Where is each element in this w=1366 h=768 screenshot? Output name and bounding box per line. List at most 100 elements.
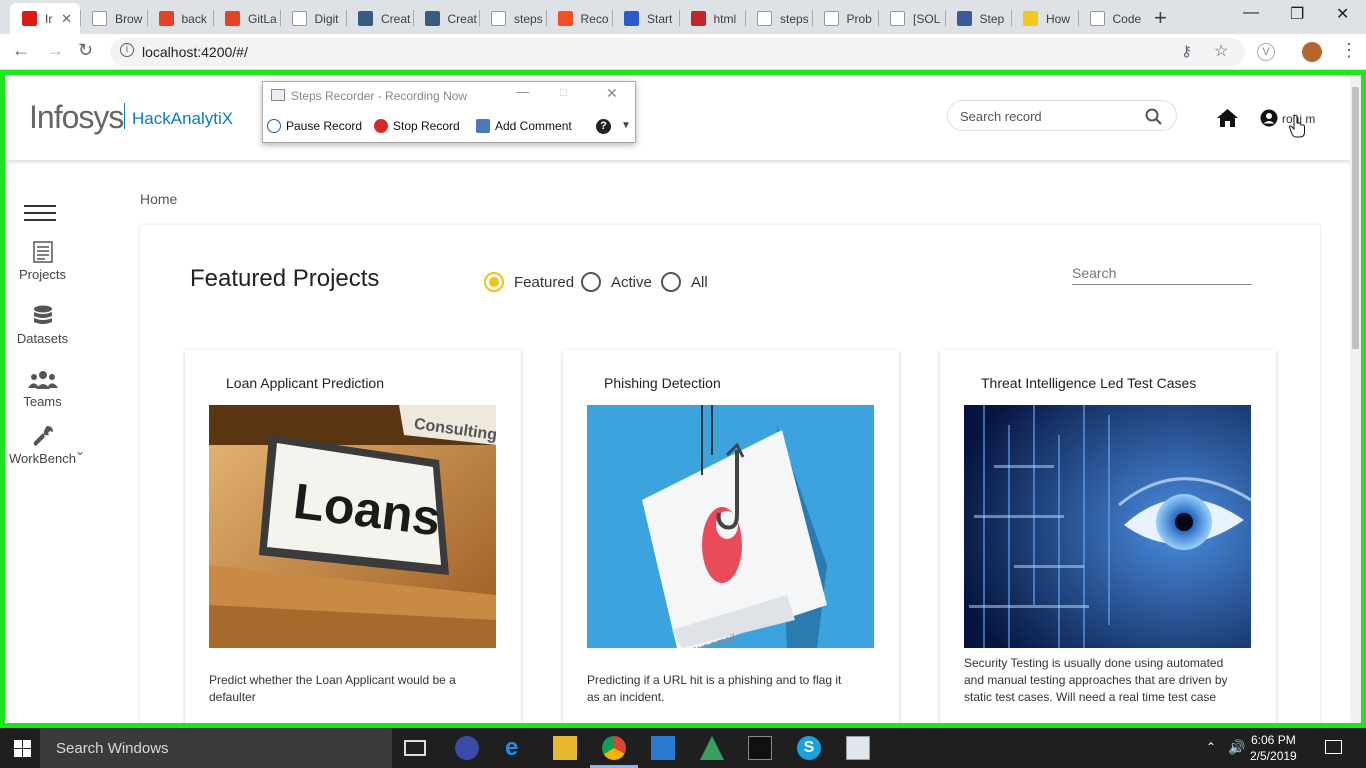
stop-record-button[interactable]: Stop Record	[374, 119, 460, 133]
browser-tab[interactable]: Creat	[346, 3, 413, 34]
browser-tab[interactable]: Ir ✕	[10, 3, 80, 34]
info-icon[interactable]: i	[120, 43, 134, 57]
browser-tab[interactable]: html	[679, 3, 746, 34]
scrollbar-thumb[interactable]	[1352, 87, 1359, 349]
search-record-input[interactable]	[960, 106, 1140, 126]
tab-separator	[80, 10, 81, 26]
tab-label: [SOL	[913, 11, 941, 26]
windows-start-icon[interactable]	[14, 740, 31, 757]
user-icon[interactable]	[1260, 109, 1278, 127]
app-rocket-icon[interactable]	[700, 736, 724, 760]
address-bar[interactable]: i localhost:4200/#/ ⚷ ☆	[110, 38, 1245, 66]
tab-label: Brow	[115, 11, 143, 26]
browser-tab[interactable]: Brow	[80, 3, 147, 34]
tab-separator	[811, 10, 813, 26]
terminal-icon[interactable]	[748, 736, 772, 760]
chevron-down-icon[interactable]: ⌄	[75, 444, 85, 458]
infosys-logo[interactable]: Infosys	[29, 99, 124, 136]
steps-recorder-taskbar-icon[interactable]	[846, 736, 870, 760]
card-title[interactable]: Threat Intelligence Led Test Cases	[981, 375, 1196, 391]
tray-chevron-icon[interactable]: ⌃	[1206, 740, 1216, 754]
browser-tab[interactable]: back	[147, 3, 214, 34]
page-scrollbar[interactable]	[1350, 75, 1361, 723]
forward-icon[interactable]: →	[46, 40, 64, 61]
maximize-button[interactable]: ❐	[1290, 4, 1304, 24]
tab-label: Reco	[580, 11, 609, 26]
google-icon	[491, 11, 506, 26]
new-tab-button[interactable]: +	[1154, 5, 1167, 31]
tab-label: Prob	[846, 11, 872, 26]
task-view-icon[interactable]	[404, 740, 426, 756]
vscode-icon[interactable]	[651, 736, 675, 760]
help-icon[interactable]: ?	[596, 119, 611, 134]
filter-all-radio[interactable]: All	[661, 272, 708, 292]
menu-icon[interactable]: ⋮	[1340, 40, 1358, 61]
back-icon[interactable]: ←	[12, 40, 30, 61]
n-icon	[690, 11, 706, 26]
browser-tab[interactable]: Digit	[280, 3, 347, 34]
card-title[interactable]: Loan Applicant Prediction	[226, 375, 384, 391]
app-header: Infosys HackAnalytiX rohi m	[5, 75, 1351, 160]
dropdown-arrow-icon[interactable]: ▼	[621, 120, 631, 131]
radio-circle	[581, 272, 601, 292]
taskbar-search[interactable]: Search Windows	[40, 728, 392, 768]
browser-tab[interactable]: GitLa	[213, 3, 280, 34]
skype-icon[interactable]: S	[797, 736, 821, 760]
bookmark-star-icon[interactable]: ☆	[1214, 41, 1228, 61]
gitlab-icon	[225, 11, 240, 26]
tab-close-icon[interactable]: ✕	[61, 11, 72, 27]
close-icon[interactable]: ✕	[606, 85, 618, 102]
browser-tab[interactable]: Code	[1078, 3, 1145, 34]
volume-icon[interactable]: 🔊	[1228, 739, 1245, 756]
browser-tab[interactable]: Prob	[812, 3, 879, 34]
tab-separator	[545, 10, 547, 26]
minimize-button[interactable]: —	[1243, 4, 1259, 22]
notification-icon[interactable]	[1325, 740, 1342, 754]
sidebar-item-teams[interactable]: Teams	[5, 370, 80, 409]
reload-icon[interactable]: ↻	[78, 40, 93, 61]
search-icon[interactable]	[1145, 108, 1162, 125]
close-window-button[interactable]: ✕	[1336, 4, 1349, 24]
project-card-phishing[interactable]: Phishing Detection your email Predicting…	[563, 350, 899, 723]
sidebar-item-projects[interactable]: Projects	[5, 241, 80, 282]
eclipse-icon[interactable]	[455, 736, 479, 760]
browser-tab[interactable]: Step	[945, 3, 1012, 34]
tab-label: How	[1046, 11, 1071, 26]
card-title[interactable]: Phishing Detection	[604, 375, 721, 391]
project-search-input[interactable]	[1072, 261, 1252, 285]
browser-tab[interactable]: Reco	[546, 3, 613, 34]
breadcrumb[interactable]: Home	[140, 191, 177, 207]
browser-tab[interactable]: steps	[745, 3, 812, 34]
filter-featured-radio[interactable]: Featured	[484, 272, 574, 292]
browser-tab[interactable]: How	[1011, 3, 1078, 34]
edge-icon[interactable]: e	[505, 736, 529, 760]
add-comment-button[interactable]: Add Comment	[476, 119, 572, 133]
project-card-threat[interactable]: Threat Intelligence Led Test Cases Secur…	[940, 350, 1276, 723]
browser-tab[interactable]: Creat	[413, 3, 480, 34]
pause-record-button[interactable]: Pause Record	[267, 119, 362, 133]
key-icon[interactable]: ⚷	[1181, 42, 1192, 60]
filter-active-radio[interactable]: Active	[581, 272, 652, 292]
sol-icon	[890, 11, 905, 26]
sidebar-item-datasets[interactable]: Datasets	[5, 305, 80, 346]
app-name[interactable]: HackAnalytiX	[132, 109, 233, 129]
chrome-icon[interactable]	[602, 736, 626, 760]
tab-label: back	[181, 11, 207, 26]
sidebar-item-label: Datasets	[16, 331, 69, 346]
browser-tab[interactable]: Start	[612, 3, 679, 34]
file-explorer-icon[interactable]	[553, 736, 577, 760]
extension-icon[interactable]: V	[1257, 43, 1275, 61]
minimize-button[interactable]: —	[516, 84, 529, 99]
hamburger-menu-icon[interactable]	[24, 205, 56, 221]
gitlab-icon	[158, 11, 174, 26]
tab-separator	[745, 10, 746, 26]
sidebar-item-workbench[interactable]: WorkBench	[5, 425, 80, 466]
profile-avatar[interactable]	[1302, 42, 1322, 62]
maximize-button[interactable]: □	[560, 85, 567, 99]
taskbar-search-placeholder: Search Windows	[56, 740, 169, 757]
system-clock[interactable]: 6:06 PM 2/5/2019	[1250, 732, 1297, 764]
browser-tab[interactable]: [SOL	[878, 3, 945, 34]
project-card-loan[interactable]: Loan Applicant Prediction Consulting Loa…	[185, 350, 521, 723]
home-icon[interactable]	[1216, 108, 1239, 128]
browser-tab[interactable]: steps	[479, 3, 546, 34]
